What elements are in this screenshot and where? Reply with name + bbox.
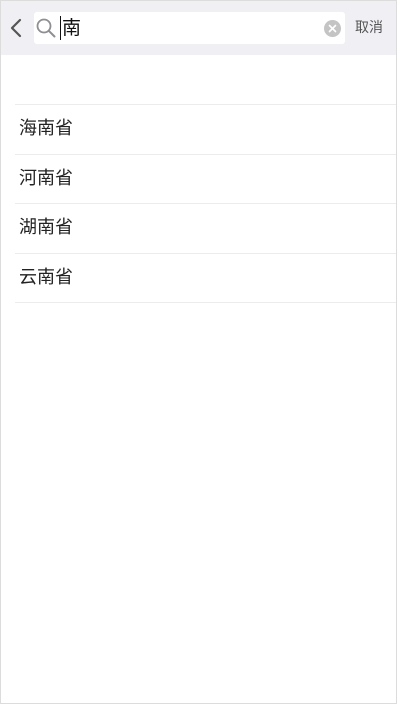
search-input[interactable]: 南 <box>34 12 345 44</box>
list-item[interactable]: 云南省 <box>1 254 396 304</box>
search-header: 南 取消 <box>1 1 396 55</box>
list-item[interactable]: 海南省 <box>1 105 396 155</box>
back-button[interactable] <box>7 14 25 42</box>
cancel-button[interactable]: 取消 <box>355 18 383 38</box>
list-item-label: 河南省 <box>19 167 73 189</box>
close-icon <box>328 24 337 33</box>
list-item[interactable]: 河南省 <box>1 155 396 205</box>
chevron-left-icon <box>10 18 22 38</box>
list-item-label: 云南省 <box>19 266 73 288</box>
screen: 南 取消 海南省 河南省 湖南省 云南省 <box>0 0 397 704</box>
search-query-text: 南 <box>60 16 82 40</box>
results-list: 海南省 河南省 湖南省 云南省 <box>1 105 396 303</box>
clear-button[interactable] <box>324 20 341 37</box>
search-icon <box>36 18 56 38</box>
list-item-label: 湖南省 <box>19 217 73 238</box>
list-item[interactable]: 湖南省 <box>1 204 396 254</box>
list-item-label: 海南省 <box>19 118 73 139</box>
